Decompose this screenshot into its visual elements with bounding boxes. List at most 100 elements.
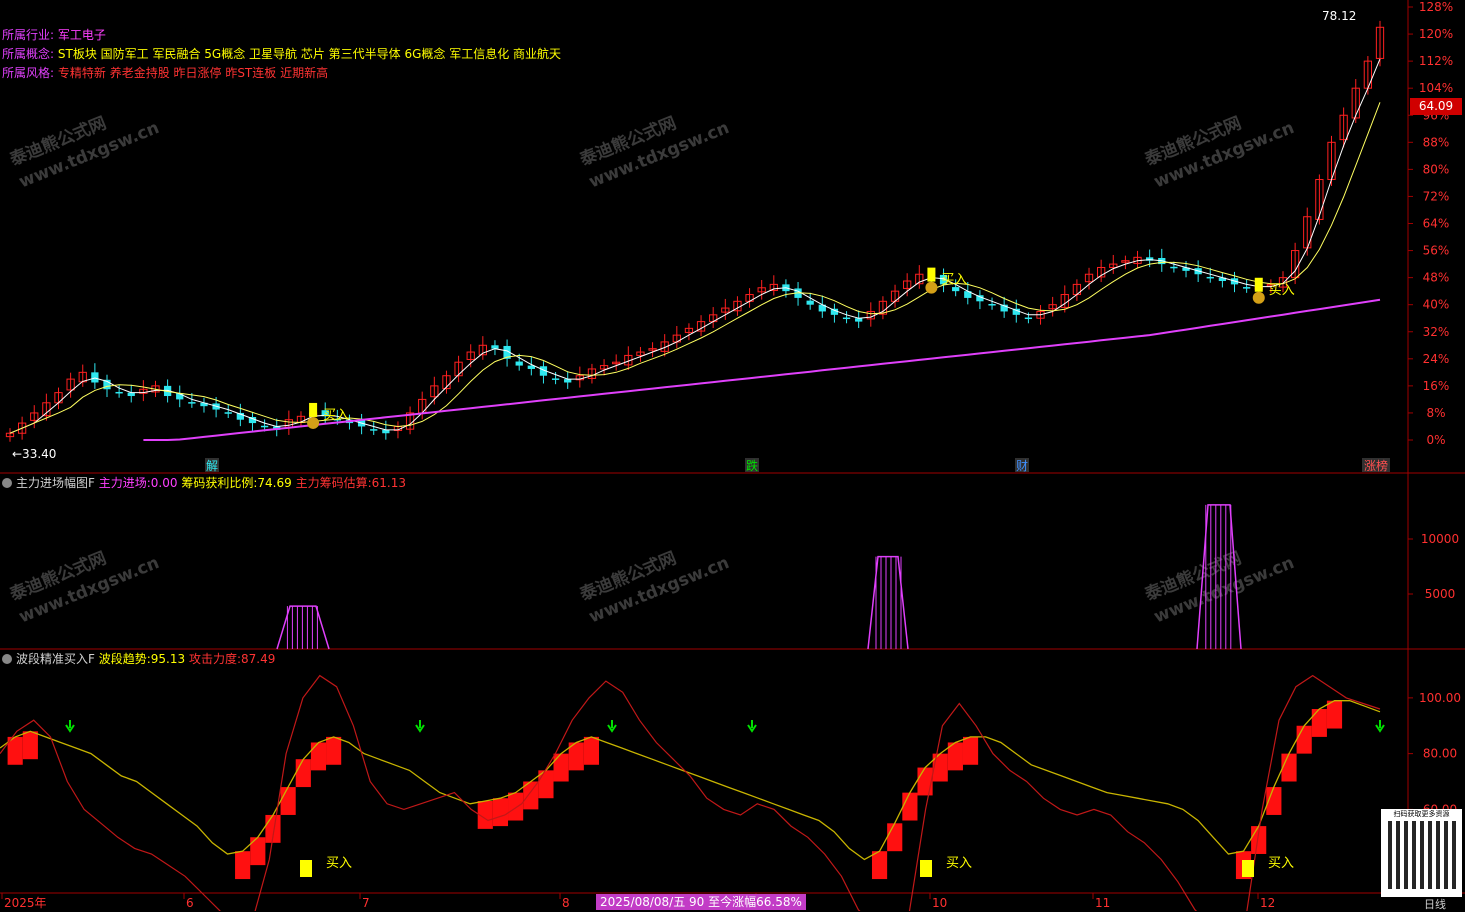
sell-arrow-icon (1375, 720, 1385, 733)
panel2-field-name: 波段趋势: (98, 652, 151, 666)
wave-rise-block (1326, 700, 1343, 729)
candle-body (91, 372, 99, 383)
wave-rise-block (583, 736, 600, 765)
axis-labels: 128%120%112%104%96%88%80%72%64%56%48%40%… (1, 0, 1461, 910)
event-label: 涨榜 (1364, 458, 1388, 473)
candle-body (806, 300, 814, 305)
y-tick-label: 40% (1423, 298, 1450, 312)
candle-body (855, 318, 863, 322)
buy-signal-bar (1254, 277, 1263, 292)
period-label[interactable]: 日线 (1424, 896, 1446, 912)
main-force-burst (276, 605, 330, 650)
sell-arrow-icon (65, 720, 75, 733)
x-tick-label: 11 (1095, 896, 1110, 910)
y-tick-label: 5000 (1425, 587, 1456, 601)
attack-force-line (0, 674, 1381, 911)
candle-body (188, 402, 196, 404)
y-tick-label: 8% (1426, 406, 1445, 420)
event-label: 解 (206, 459, 218, 473)
wave-rise-block (1281, 753, 1297, 782)
wave-rise-block (280, 787, 296, 815)
x-tick-label: 10 (932, 896, 947, 910)
wave-rise-block (871, 851, 888, 880)
sell-arrow-icon (607, 720, 617, 733)
wave-rise-block (1311, 709, 1327, 737)
buy-label: 买入 (946, 856, 972, 871)
buy-label: 买入 (941, 273, 967, 288)
x-tick-label: 7 (362, 896, 370, 910)
money-bag-icon (1252, 291, 1265, 304)
y-tick-label: 64% (1423, 217, 1450, 231)
y-tick-label: 112% (1419, 54, 1453, 68)
wave-rise-block (1296, 725, 1312, 754)
buy-label: 买入 (1269, 283, 1295, 298)
chart-frame (0, 0, 1465, 894)
x-tick-label: 12 (1260, 896, 1275, 910)
collapse-icon[interactable] (2, 478, 12, 488)
candle-body (370, 429, 378, 431)
sell-arrow-icon (415, 720, 425, 733)
wave-rise-block (235, 851, 251, 880)
panel1-field-value: 0.00 (150, 476, 178, 490)
y-tick-label: 24% (1423, 352, 1450, 366)
y-tick-label: 88% (1423, 135, 1450, 149)
money-bag-icon (925, 281, 938, 294)
wave-rise-block (553, 753, 569, 782)
wave-buy-pane: 买入 买入 买入 (0, 674, 1385, 911)
wave-buy-bar (920, 860, 932, 877)
sell-arrow-icon (747, 720, 757, 733)
kline-chart[interactable]: 78.12←33.40买入买入买入解跌财涨榜 买入 买入 买入 128%120%11… (0, 0, 1465, 911)
y-tick-label: 48% (1423, 271, 1450, 285)
y-tick-label: 72% (1423, 189, 1450, 203)
x-tick-label: 6 (186, 896, 194, 910)
event-label: 跌 (746, 458, 758, 473)
panel2-field-value: 87.49 (241, 652, 276, 666)
wave-rise-block (902, 792, 918, 821)
main-force-burst (1196, 504, 1242, 650)
low-price-label: ←33.40 (12, 447, 56, 461)
panel1-header: 主力进场幅图F 主力进场:0.00 筹码获利比例:74.69 主力筹码估算:61… (2, 475, 406, 491)
status-bar: 2025/08/08/五 90 至今涨幅66.58% (596, 894, 806, 910)
main-force-burst (867, 555, 909, 650)
panel1-field-name: 主力进场: (98, 476, 151, 490)
y-tick-label: 32% (1423, 325, 1450, 339)
candle-body (491, 345, 499, 349)
panel1-field-name: 筹码获利比例: (181, 476, 258, 490)
wave-buy-bar (300, 860, 312, 877)
main-price-pane: 78.12←33.40买入买入买入解跌财涨榜 (5, 9, 1390, 473)
panel2-title[interactable]: 波段精准买入F (16, 652, 95, 666)
y-tick-label: 80% (1423, 162, 1450, 176)
wave-rise-block (22, 731, 38, 760)
panel2-field-value: 95.13 (150, 652, 186, 666)
event-label: 财 (1016, 459, 1028, 473)
qr-code-icon (1387, 821, 1456, 889)
money-bag-icon (307, 416, 320, 429)
panel2-header: 波段精准买入F 波段趋势:95.13 攻击力度:87.49 (2, 651, 275, 667)
candle-body (842, 317, 851, 320)
candle-body (551, 378, 560, 380)
high-price-label: 78.12 (1322, 9, 1356, 23)
wave-rise-block (917, 767, 933, 796)
x-tick-label: 2025年 (4, 896, 47, 910)
panel1-title[interactable]: 主力进场幅图F (16, 476, 95, 490)
candle-body (1024, 317, 1033, 320)
panel1-field-name: 主力筹码估算: (295, 476, 372, 490)
candle-body (260, 425, 269, 428)
panel2-field-name: 攻击力度: (188, 652, 242, 666)
panel1-field-value: 61.13 (371, 476, 406, 490)
y-tick-label: 120% (1419, 27, 1453, 41)
y-tick-label: 16% (1423, 379, 1450, 393)
buy-label: 买入 (326, 856, 352, 871)
y-tick-label: 100.00 (1419, 691, 1461, 705)
y-tick-label: 56% (1423, 244, 1450, 258)
wave-rise-block (962, 736, 979, 765)
buy-label: 买入 (1268, 856, 1294, 871)
candle-body (1170, 266, 1178, 269)
wave-buy-bar (1242, 860, 1254, 877)
candle-body (1243, 287, 1251, 289)
wave-rise-block (295, 759, 311, 788)
ma-short-line (9, 58, 1381, 434)
y-tick-label: 0% (1426, 433, 1445, 447)
panel1-field-value: 74.69 (257, 476, 292, 490)
collapse-icon[interactable] (2, 654, 12, 664)
